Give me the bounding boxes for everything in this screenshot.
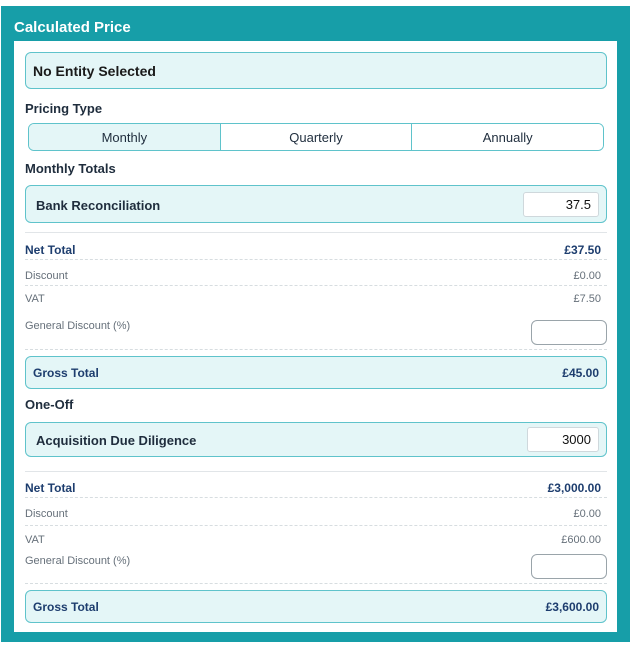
- general-discount-row: General Discount (%): [25, 548, 607, 584]
- one-off-service-row: Acquisition Due Diligence: [25, 422, 607, 457]
- vat-label: VAT: [25, 534, 45, 546]
- discount-value: £0.00: [573, 270, 601, 282]
- tab-monthly[interactable]: Monthly: [29, 124, 221, 150]
- discount-row: Discount £0.00: [25, 264, 607, 286]
- tab-quarterly[interactable]: Quarterly: [220, 124, 413, 150]
- net-total-value: £37.50: [564, 243, 601, 257]
- entity-selector[interactable]: No Entity Selected: [25, 52, 607, 89]
- net-total-label: Net Total: [25, 243, 76, 257]
- calculated-price-panel: Calculated Price No Entity Selected Pric…: [1, 6, 630, 642]
- vat-row: VAT £7.50: [25, 287, 607, 309]
- gross-total-value: £3,600.00: [545, 600, 599, 614]
- service-name: Acquisition Due Diligence: [36, 433, 197, 448]
- general-discount-label: General Discount (%): [25, 320, 131, 332]
- panel-body: No Entity Selected Pricing Type Monthly …: [14, 41, 617, 632]
- discount-label: Discount: [25, 270, 68, 282]
- service-price-input[interactable]: [523, 192, 599, 217]
- discount-label: Discount: [25, 508, 68, 520]
- gross-total-row: Gross Total £45.00: [25, 356, 607, 389]
- divider: [25, 232, 607, 233]
- net-total-value: £3,000.00: [547, 481, 601, 495]
- gross-total-value: £45.00: [562, 366, 599, 380]
- general-discount-input[interactable]: [531, 554, 607, 579]
- vat-value: £7.50: [573, 293, 601, 305]
- service-price-input[interactable]: [527, 427, 599, 452]
- monthly-service-row: Bank Reconciliation: [25, 185, 607, 223]
- entity-label: No Entity Selected: [33, 63, 156, 79]
- net-total-row: Net Total £37.50: [25, 238, 607, 260]
- general-discount-label: General Discount (%): [25, 555, 131, 567]
- one-off-heading: One-Off: [25, 397, 74, 412]
- vat-row: VAT £600.00: [25, 528, 607, 550]
- gross-total-label: Gross Total: [33, 366, 99, 380]
- vat-label: VAT: [25, 293, 45, 305]
- general-discount-input[interactable]: [531, 320, 607, 345]
- panel-title: Calculated Price: [14, 19, 131, 36]
- service-name: Bank Reconciliation: [36, 198, 161, 213]
- tab-annually[interactable]: Annually: [412, 124, 603, 150]
- discount-row: Discount £0.00: [25, 502, 607, 526]
- net-total-label: Net Total: [25, 481, 76, 495]
- pricing-type-heading: Pricing Type: [25, 101, 103, 116]
- monthly-totals-heading: Monthly Totals: [25, 161, 116, 176]
- divider: [25, 471, 607, 472]
- discount-value: £0.00: [573, 508, 601, 520]
- net-total-row: Net Total £3,000.00: [25, 476, 607, 498]
- gross-total-row: Gross Total £3,600.00: [25, 590, 607, 623]
- pricing-type-tabs: Monthly Quarterly Annually: [28, 123, 604, 151]
- gross-total-label: Gross Total: [33, 600, 99, 614]
- vat-value: £600.00: [561, 534, 601, 546]
- general-discount-row: General Discount (%): [25, 314, 607, 350]
